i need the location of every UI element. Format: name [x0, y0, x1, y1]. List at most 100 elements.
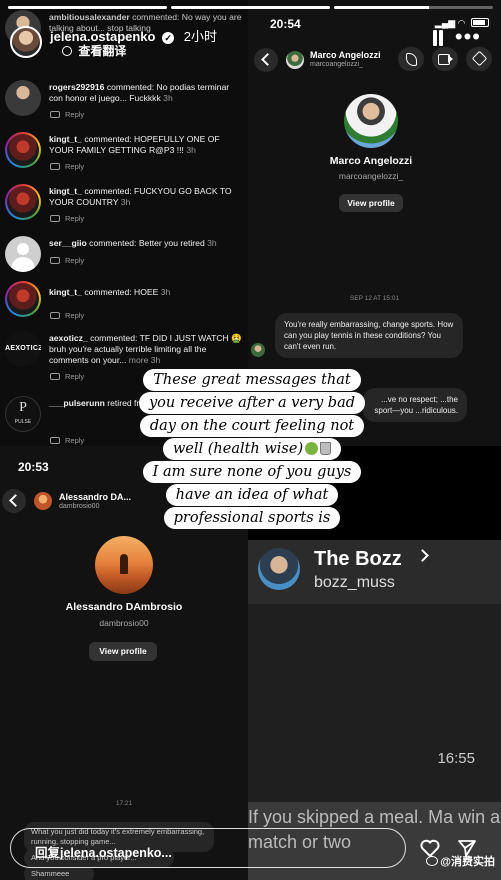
caption-line: I am sure none of you guys: [142, 461, 362, 483]
caption-line: you receive after a very bad: [138, 392, 366, 414]
comment-time: 3h: [160, 287, 171, 297]
profile-avatar: [95, 536, 153, 594]
avatar-letter: P: [19, 400, 27, 415]
weibo-icon: [426, 856, 439, 866]
chevron-right-icon[interactable]: [416, 549, 429, 562]
sender-avatar: [251, 343, 265, 357]
commenter-avatar: [5, 132, 41, 168]
contact-username: dambrosio00: [59, 503, 100, 510]
status-time: 20:53: [18, 460, 49, 474]
watermark-text: @消费实拍: [440, 856, 495, 868]
translate-button[interactable]: 查看翻译: [62, 42, 126, 59]
contact-username: bozz_muss: [314, 574, 395, 591]
comment-body: commented: Better you retired: [89, 238, 205, 248]
contact-avatar[interactable]: [258, 548, 300, 590]
commenter-name: ambitiousalexander: [49, 12, 130, 22]
progress-segment-3: [334, 6, 493, 9]
progress-fill-1: [8, 6, 167, 9]
commenter-avatar: [5, 184, 41, 220]
comment-time: 3h: [207, 238, 217, 248]
pause-icon[interactable]: [431, 30, 445, 46]
comment-time: 3h: [163, 93, 173, 103]
verified-badge-icon: ✓: [162, 31, 175, 44]
profile-name: Marco Angelozzi: [329, 155, 413, 167]
comment-text: rogers292916 commented: No podias termin…: [49, 82, 245, 104]
commenter-name: ___pulserunn: [49, 398, 105, 408]
commenter-name: aexoticz_: [49, 333, 88, 343]
caption-line: day on the court feeling not: [139, 415, 365, 437]
message-bubble: You're really embarrassing, change sport…: [275, 313, 463, 358]
translate-icon: [62, 46, 72, 56]
commenter-name: ser__giio: [49, 238, 87, 248]
reply-button[interactable]: Reply: [65, 256, 84, 265]
view-profile-button[interactable]: View profile: [89, 642, 157, 661]
story-progress: [8, 6, 493, 9]
caption-line-4: well (health wise): [162, 438, 342, 460]
caption-line: These great messages that: [143, 369, 361, 391]
contact-avatar[interactable]: [34, 492, 52, 510]
story-header: jelena.ostapenko ✓ 2小时 查看翻译 •••: [6, 22, 495, 58]
story-avatar[interactable]: [10, 26, 42, 58]
message-time: 16:55: [437, 750, 475, 767]
story-footer: 回复jelena.ostapenko... @消费实拍: [0, 826, 501, 880]
reply-icon: [50, 215, 60, 222]
comment-item: kingt_t_ commented: HOEE 3h Reply: [0, 281, 248, 333]
progress-segment-2: [171, 6, 330, 9]
reply-button[interactable]: Reply: [65, 311, 84, 320]
contact-name[interactable]: The Bozz: [314, 548, 402, 571]
reply-icon: [50, 312, 60, 319]
reply-button[interactable]: Reply: [65, 162, 84, 171]
caption-text: well (health wise): [172, 441, 304, 457]
reply-button[interactable]: Reply: [65, 436, 84, 445]
comment-text: kingt_t_ commented: HOEE 3h: [49, 287, 245, 298]
profile-name: Alessandro DAmbrosio: [65, 601, 183, 613]
comment-body: commented: HOEE: [84, 287, 159, 297]
caption-line: have an idea of what: [165, 484, 339, 506]
reply-button[interactable]: Reply: [65, 110, 84, 119]
reply-icon: [50, 437, 60, 444]
default-avatar-icon: [5, 236, 41, 272]
progress-fill-2: [171, 6, 330, 9]
caption-line: professional sports is: [163, 507, 341, 529]
bozz-header: The Bozz bozz_muss: [248, 540, 501, 604]
watermark: @消费实拍: [426, 853, 495, 869]
comment-item: kingt_t_ commented: HOPEFULLY ONE OF YOU…: [0, 132, 248, 184]
comment-text: aexoticz_ commented: TF DID I JUST WATCH…: [49, 333, 245, 366]
comment-text: kingt_t_ commented: HOPEFULLY ONE OF YOU…: [49, 134, 245, 156]
comment-text: ser__giio commented: Better you retired …: [49, 238, 245, 249]
contact-username: marcoangelozzi_: [310, 61, 363, 68]
story-time: 2小时: [183, 29, 217, 44]
profile-username: marcoangelozzi_: [338, 171, 404, 181]
comment-time: 3h: [186, 145, 196, 155]
commenter-name: kingt_t_: [49, 186, 82, 196]
story-caption: These great messages that you receive af…: [112, 369, 392, 537]
reply-icon: [50, 373, 60, 380]
trash-bin-icon: [320, 442, 332, 455]
reply-input[interactable]: 回复jelena.ostapenko...: [10, 828, 406, 868]
reply-icon: [50, 111, 60, 118]
commenter-name: kingt_t_: [49, 134, 82, 144]
reply-icon: [50, 163, 60, 170]
reply-placeholder: 回复jelena.ostapenko...: [35, 846, 172, 860]
comment-time: 3h: [120, 197, 131, 207]
view-profile-button[interactable]: View profile: [339, 194, 403, 212]
commenter-name: kingt_t_: [49, 287, 82, 297]
commenter-name: rogers292916: [49, 82, 105, 92]
commenter-avatar: [5, 80, 41, 116]
reply-button[interactable]: Reply: [65, 372, 84, 381]
profile-username: dambrosio00: [99, 618, 149, 628]
back-icon[interactable]: [2, 489, 26, 513]
sick-face-icon: [305, 442, 319, 455]
more-link[interactable]: more: [129, 355, 149, 365]
comment-item: kingt_t_ commented: FUCKYOU GO BACK TO Y…: [0, 184, 248, 236]
avatar-sub: PULSE: [14, 419, 32, 425]
reply-icon: [50, 257, 60, 264]
comment-item: rogers292916 commented: No podias termin…: [0, 80, 248, 132]
translate-label: 查看翻译: [78, 44, 127, 58]
commenter-avatar: AEXOTICZ_: [5, 331, 41, 367]
progress-fill-3: [334, 6, 430, 9]
reply-button[interactable]: Reply: [65, 214, 84, 223]
commenter-avatar: [5, 281, 41, 317]
comment-time: 3h: [150, 355, 161, 365]
more-options-icon[interactable]: •••: [455, 26, 481, 48]
